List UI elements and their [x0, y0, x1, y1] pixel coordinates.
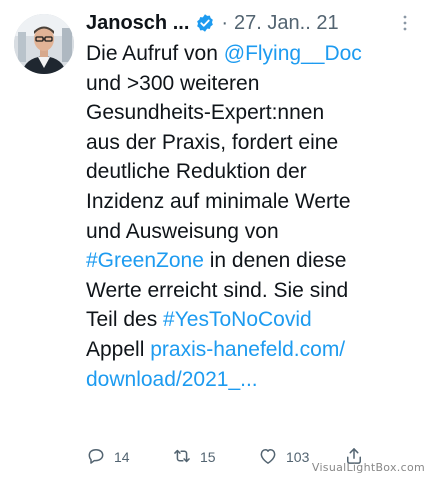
tweet-text-segment: Gesundheits-Expert:nnen [86, 101, 325, 125]
tweet-text-line: #GreenZone in denen diese [86, 246, 416, 276]
like-count: 103 [286, 449, 310, 465]
tweet-text-segment: Teil des [86, 308, 164, 332]
tweet-text-segment: in denen diese [203, 249, 347, 273]
tweet-text: Die Aufruf von @Flying__Doc und >300 weit… [86, 39, 416, 394]
verified-badge-icon [195, 13, 215, 33]
tweet-text-line: Die Aufruf von @Flying__Doc [86, 39, 416, 69]
tweet-text-segment: aus der Praxis, fordert eine [86, 130, 339, 154]
avatar[interactable] [14, 14, 74, 74]
url-link[interactable]: praxis-hanefeld.com/ [150, 338, 345, 361]
tweet-text-segment: Inzidenz auf minimale Werte [86, 189, 351, 213]
like-icon [258, 446, 278, 469]
more-options-icon[interactable] [397, 10, 413, 36]
reply-icon [86, 446, 106, 469]
tweet-text-segment: deutliche Reduktion der [86, 160, 307, 184]
retweet-icon [172, 446, 192, 469]
tweet-text-line: Appell praxis-hanefeld.com/ [86, 335, 416, 365]
tweet-text-line: deutliche Reduktion der [86, 157, 416, 187]
reply-count: 14 [114, 449, 130, 465]
tweet-text-line: und Ausweisung von [86, 217, 416, 247]
hashtag-link[interactable]: #GreenZone [86, 249, 204, 272]
tweet-date[interactable]: 27. Jan.. 21 [234, 10, 339, 36]
tweet-text-segment: und >300 weiteren [86, 71, 260, 95]
tweet-text-line: Werte erreicht sind. Sie sind [86, 276, 416, 306]
tweet-text-segment: und Ausweisung von [86, 219, 279, 243]
hashtag-link[interactable]: #YesToNoCovid [163, 308, 312, 331]
url-link[interactable]: download/2021_... [86, 368, 258, 391]
like-button[interactable]: 103 [258, 444, 309, 470]
tweet-text-line: und >300 weiteren [86, 69, 416, 99]
tweet-text-line: download/2021_... [86, 365, 416, 395]
tweet-text-line: Inzidenz auf minimale Werte [86, 187, 416, 217]
watermark: VisualLightBox.com [311, 461, 425, 474]
tweet-text-line: Teil des #YesToNoCovid [86, 305, 416, 335]
tweet-text-line: aus der Praxis, fordert eine [86, 128, 416, 158]
mention-link[interactable]: @Flying__Doc [224, 42, 362, 65]
retweet-button[interactable]: 15 [172, 444, 216, 470]
tweet-text-line: Gesundheits-Expert:nnen [86, 98, 416, 128]
tweet-text-segment: Appell [86, 337, 151, 361]
tweet-text-segment: Die Aufruf von [86, 42, 224, 65]
meta-separator: · [221, 12, 229, 34]
tweet-text-segment: Werte erreicht sind. Sie sind [86, 278, 349, 302]
reply-button[interactable]: 14 [86, 444, 130, 470]
retweet-count: 15 [200, 449, 216, 465]
author-name[interactable]: Janosch ... [86, 10, 189, 36]
tweet-header: Janosch ... · 27. Jan.. 21 [86, 10, 413, 36]
tweet: Janosch ... · 27. Jan.. 21 Die Aufruf vo… [0, 0, 431, 480]
